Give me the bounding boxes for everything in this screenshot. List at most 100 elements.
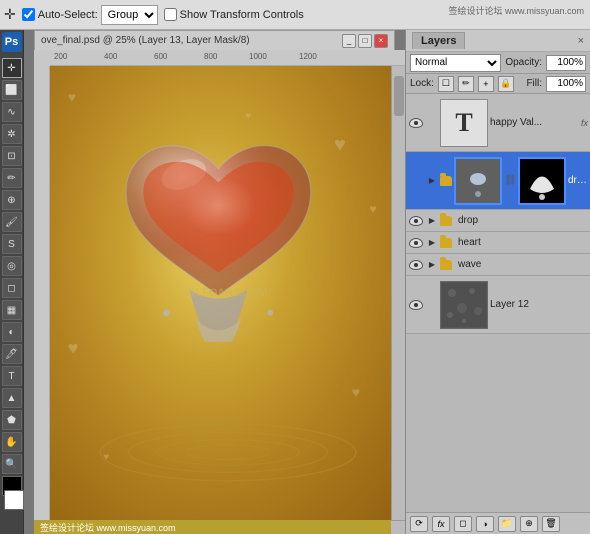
heart-image-svg — [103, 111, 334, 342]
eye-col-wave[interactable] — [408, 260, 424, 270]
layer-row-wave[interactable]: ▶ wave — [406, 254, 590, 276]
ruler-mark-600: 600 — [154, 52, 167, 61]
show-transform-group: Show Transform Controls — [164, 8, 304, 21]
bokeh-heart-3: ♥ — [370, 202, 377, 216]
link-layers-btn[interactable]: ⟳ — [410, 516, 428, 532]
magic-wand-tool[interactable]: ✲ — [2, 124, 22, 144]
heart-scene: ♥ ♥ ♥ ♥ ♥ ♥ ♥ — [50, 66, 405, 520]
eye-icon-layer12[interactable] — [409, 300, 423, 310]
history-brush[interactable]: ◎ — [2, 256, 22, 276]
move-tool[interactable]: ✛ — [2, 58, 22, 78]
new-layer-btn[interactable]: ⊕ — [520, 516, 538, 532]
eyedropper-tool[interactable]: ✏ — [2, 168, 22, 188]
close-button[interactable]: × — [374, 34, 388, 48]
eye-icon-text[interactable] — [409, 118, 423, 128]
auto-select-group: Auto-Select: Group Layer — [22, 5, 158, 25]
delete-layer-btn[interactable]: 🗑 — [542, 516, 560, 532]
blend-mode-select[interactable]: Normal Multiply Screen Overlay — [410, 54, 501, 72]
close-layers-tab[interactable]: × — [578, 35, 584, 47]
pen-tool[interactable]: 🖊 — [2, 344, 22, 364]
lock-row: Lock: ☐ ✏ + 🔒 Fill: 100% — [406, 74, 590, 94]
eye-icon-wave[interactable] — [409, 260, 423, 270]
minimize-button[interactable]: _ — [342, 34, 356, 48]
show-transform-checkbox[interactable] — [164, 8, 177, 21]
fill-input[interactable]: 100% — [546, 76, 586, 92]
scroll-thumb-v[interactable] — [394, 76, 404, 116]
eye-col-drop[interactable] — [408, 216, 424, 226]
layer-row-layer12[interactable]: Layer 12 — [406, 276, 590, 334]
text-tool[interactable]: T — [2, 366, 22, 386]
watermark-bar: 签绘设计论坛 www.missyuan.com — [34, 520, 391, 534]
opacity-input[interactable]: 100% — [546, 55, 586, 71]
top-toolbar: ✛ Auto-Select: Group Layer Show Transfor… — [0, 0, 590, 30]
crop-tool[interactable]: ⊡ — [2, 146, 22, 166]
lock-all-btn[interactable]: 🔒 — [498, 76, 514, 92]
clone-tool[interactable]: S — [2, 234, 22, 254]
folder-icon-wave — [440, 260, 452, 270]
add-mask-btn[interactable]: ◻ — [454, 516, 472, 532]
new-group-btn[interactable]: 📁 — [498, 516, 516, 532]
folder-icon-heart — [440, 238, 452, 248]
blend-opacity-row: Normal Multiply Screen Overlay Opacity: … — [406, 52, 590, 74]
layer-row-text[interactable]: T happy Val... fx — [406, 94, 590, 152]
thumb-text: T — [440, 99, 488, 147]
path-selection-tool[interactable]: ▲ — [2, 388, 22, 408]
layers-tab[interactable]: Layers — [412, 32, 465, 49]
dodge-tool[interactable]: ◐ — [2, 322, 22, 342]
canvas-title: ove_final.psd @ 25% (Layer 13, Layer Mas… — [41, 35, 340, 46]
bokeh-heart-1: ♥ — [68, 89, 76, 105]
layers-list: T happy Val... fx ▶ — [406, 94, 590, 512]
lasso-tool[interactable]: ∿ — [2, 102, 22, 122]
layers-bottom-toolbar: ⟳ fx ◻ ◑ 📁 ⊕ 🗑 — [406, 512, 590, 534]
canvas-area: ove_final.psd @ 25% (Layer 13, Layer Mas… — [24, 30, 405, 534]
arrow-drop[interactable]: ▶ — [426, 216, 438, 225]
shape-tool[interactable]: ⬟ — [2, 410, 22, 430]
lock-pixels-btn[interactable]: ✏ — [458, 76, 474, 92]
adj-layer-btn[interactable]: ◑ — [476, 516, 494, 532]
opacity-label: Opacity: — [505, 57, 542, 68]
background-color[interactable] — [4, 490, 24, 510]
ruler-vertical — [34, 66, 50, 520]
layers-title-bar: Layers × — [406, 30, 590, 52]
lock-transparent-btn[interactable]: ☐ — [438, 76, 454, 92]
layer-row-drop[interactable]: ▶ drop — [406, 210, 590, 232]
eye-col-heart[interactable] — [408, 238, 424, 248]
hand-tool[interactable]: ✋ — [2, 432, 22, 452]
folder-icon-drops — [440, 176, 452, 186]
layer-name-text: happy Val... — [490, 117, 579, 128]
canvas-image: ♥ ♥ ♥ ♥ ♥ ♥ ♥ — [50, 66, 405, 520]
marquee-tool[interactable]: ⬜ — [2, 80, 22, 100]
bokeh-heart-5: ♥ — [352, 384, 360, 400]
arrow-heart[interactable]: ▶ — [426, 238, 438, 247]
eye-col-text[interactable] — [408, 118, 424, 128]
auto-select-dropdown[interactable]: Group Layer — [101, 5, 158, 25]
auto-select-label: Auto-Select: — [38, 9, 98, 21]
layer-row-drops[interactable]: ▶ ⛓ — [406, 152, 590, 210]
brush-tool[interactable]: 🖌 — [2, 212, 22, 232]
gradient-tool[interactable]: ▦ — [2, 300, 22, 320]
layer-name-drop: drop — [458, 215, 588, 226]
eye-icon-heart[interactable] — [409, 238, 423, 248]
lock-position-btn[interactable]: + — [478, 76, 494, 92]
bokeh-heart-4: ♥ — [68, 338, 79, 359]
arrow-wave[interactable]: ▶ — [426, 260, 438, 269]
ruler-mark-1000: 1000 — [249, 52, 267, 61]
healing-tool[interactable]: ⊕ — [2, 190, 22, 210]
move-tool-icon: ✛ — [4, 6, 16, 23]
maximize-button[interactable]: □ — [358, 34, 372, 48]
layer-row-heart[interactable]: ▶ heart — [406, 232, 590, 254]
auto-select-checkbox[interactable] — [22, 8, 35, 21]
ps-logo: Ps — [2, 32, 22, 52]
eye-col-layer12[interactable] — [408, 300, 424, 310]
layer-name-layer12: Layer 12 — [490, 299, 588, 310]
show-transform-label: Show Transform Controls — [180, 9, 304, 21]
eraser-tool[interactable]: ◻ — [2, 278, 22, 298]
scrollbar-vertical[interactable] — [391, 66, 405, 520]
add-fx-btn[interactable]: fx — [432, 516, 450, 532]
arrow-drops[interactable]: ▶ — [426, 176, 438, 185]
fx-badge-text: fx — [581, 118, 588, 128]
layers-tab-label: Layers — [421, 35, 456, 47]
ruler-mark-200: 200 — [54, 52, 67, 61]
eye-icon-drop[interactable] — [409, 216, 423, 226]
zoom-tool[interactable]: 🔍 — [2, 454, 22, 474]
